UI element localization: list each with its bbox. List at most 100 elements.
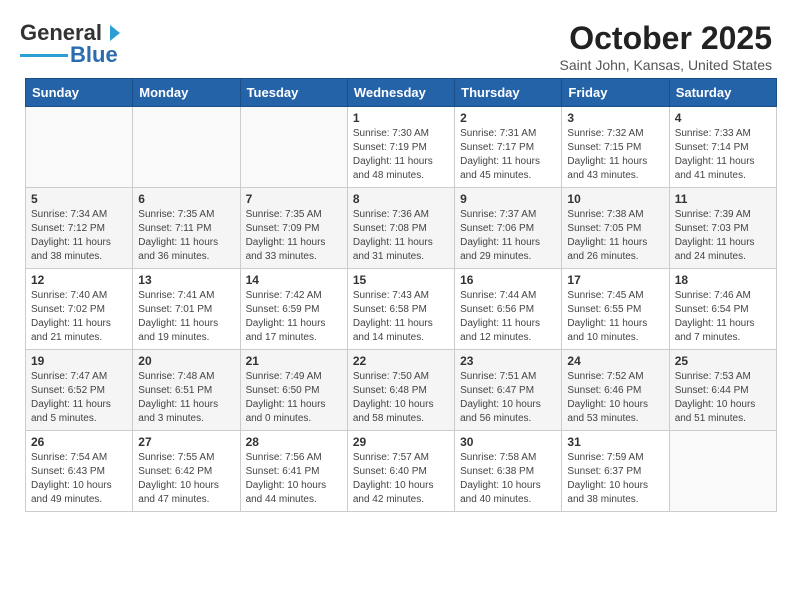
day-info: Sunrise: 7:44 AMSunset: 6:56 PMDaylight:… xyxy=(460,290,540,343)
calendar-cell: 26 Sunrise: 7:54 AMSunset: 6:43 PMDayligh… xyxy=(26,431,133,512)
day-number: 18 xyxy=(675,273,771,287)
calendar-cell: 28 Sunrise: 7:56 AMSunset: 6:41 PMDayligh… xyxy=(240,431,347,512)
day-number: 25 xyxy=(675,354,771,368)
calendar-cell: 27 Sunrise: 7:55 AMSunset: 6:42 PMDayligh… xyxy=(133,431,240,512)
day-number: 16 xyxy=(460,273,556,287)
calendar-cell: 1 Sunrise: 7:30 AMSunset: 7:19 PMDaylight… xyxy=(347,107,454,188)
calendar-week-row: 26 Sunrise: 7:54 AMSunset: 6:43 PMDayligh… xyxy=(26,431,777,512)
header-wednesday: Wednesday xyxy=(347,79,454,107)
day-number: 10 xyxy=(567,192,663,206)
calendar-cell: 20 Sunrise: 7:48 AMSunset: 6:51 PMDayligh… xyxy=(133,350,240,431)
calendar-week-row: 1 Sunrise: 7:30 AMSunset: 7:19 PMDaylight… xyxy=(26,107,777,188)
day-number: 17 xyxy=(567,273,663,287)
page-header: General Blue October 2025 Saint John, Ka… xyxy=(10,10,782,78)
logo-triangle-icon xyxy=(102,23,122,43)
day-info: Sunrise: 7:53 AMSunset: 6:44 PMDaylight:… xyxy=(675,371,756,424)
day-info: Sunrise: 7:48 AMSunset: 6:51 PMDaylight:… xyxy=(138,371,218,424)
calendar-cell: 17 Sunrise: 7:45 AMSunset: 6:55 PMDayligh… xyxy=(562,269,669,350)
day-info: Sunrise: 7:55 AMSunset: 6:42 PMDaylight:… xyxy=(138,452,219,505)
day-number: 5 xyxy=(31,192,127,206)
calendar-cell: 16 Sunrise: 7:44 AMSunset: 6:56 PMDayligh… xyxy=(455,269,562,350)
calendar-cell: 3 Sunrise: 7:32 AMSunset: 7:15 PMDaylight… xyxy=(562,107,669,188)
calendar-cell: 9 Sunrise: 7:37 AMSunset: 7:06 PMDaylight… xyxy=(455,188,562,269)
day-number: 26 xyxy=(31,435,127,449)
calendar-cell: 12 Sunrise: 7:40 AMSunset: 7:02 PMDayligh… xyxy=(26,269,133,350)
day-info: Sunrise: 7:41 AMSunset: 7:01 PMDaylight:… xyxy=(138,290,218,343)
day-number: 4 xyxy=(675,111,771,125)
day-info: Sunrise: 7:33 AMSunset: 7:14 PMDaylight:… xyxy=(675,128,755,181)
calendar-cell: 2Sunrise: 7:31 AMSunset: 7:17 PMDaylight… xyxy=(455,107,562,188)
calendar-cell xyxy=(240,107,347,188)
day-info: Sunrise: 7:54 AMSunset: 6:43 PMDaylight:… xyxy=(31,452,112,505)
logo: General Blue xyxy=(20,20,122,68)
day-number: 19 xyxy=(31,354,127,368)
day-info: Sunrise: 7:30 AMSunset: 7:19 PMDaylight:… xyxy=(353,128,433,181)
day-info: Sunrise: 7:59 AMSunset: 6:37 PMDaylight:… xyxy=(567,452,648,505)
header-tuesday: Tuesday xyxy=(240,79,347,107)
calendar-cell: 24Sunrise: 7:52 AMSunset: 6:46 PMDayligh… xyxy=(562,350,669,431)
calendar-cell: 8 Sunrise: 7:36 AMSunset: 7:08 PMDaylight… xyxy=(347,188,454,269)
page-title: October 2025 xyxy=(560,20,772,57)
calendar-week-row: 5 Sunrise: 7:34 AMSunset: 7:12 PMDaylight… xyxy=(26,188,777,269)
calendar-cell: 31 Sunrise: 7:59 AMSunset: 6:37 PMDayligh… xyxy=(562,431,669,512)
day-number: 22 xyxy=(353,354,449,368)
day-number: 31 xyxy=(567,435,663,449)
calendar-cell: 30 Sunrise: 7:58 AMSunset: 6:38 PMDayligh… xyxy=(455,431,562,512)
title-area: October 2025 Saint John, Kansas, United … xyxy=(560,20,772,73)
day-info: Sunrise: 7:57 AMSunset: 6:40 PMDaylight:… xyxy=(353,452,434,505)
day-number: 9 xyxy=(460,192,556,206)
day-info: Sunrise: 7:35 AMSunset: 7:11 PMDaylight:… xyxy=(138,209,218,262)
calendar-cell: 4 Sunrise: 7:33 AMSunset: 7:14 PMDaylight… xyxy=(669,107,776,188)
header-friday: Friday xyxy=(562,79,669,107)
day-number: 27 xyxy=(138,435,234,449)
day-info: Sunrise: 7:43 AMSunset: 6:58 PMDaylight:… xyxy=(353,290,433,343)
day-number: 24 xyxy=(567,354,663,368)
header-sunday: Sunday xyxy=(26,79,133,107)
calendar-cell: 21 Sunrise: 7:49 AMSunset: 6:50 PMDayligh… xyxy=(240,350,347,431)
calendar-cell: 13Sunrise: 7:41 AMSunset: 7:01 PMDayligh… xyxy=(133,269,240,350)
calendar-cell: 10Sunrise: 7:38 AMSunset: 7:05 PMDayligh… xyxy=(562,188,669,269)
calendar-cell: 29 Sunrise: 7:57 AMSunset: 6:40 PMDayligh… xyxy=(347,431,454,512)
calendar-cell: 18Sunrise: 7:46 AMSunset: 6:54 PMDayligh… xyxy=(669,269,776,350)
logo-blue-text: Blue xyxy=(70,42,118,68)
day-info: Sunrise: 7:40 AMSunset: 7:02 PMDaylight:… xyxy=(31,290,111,343)
day-info: Sunrise: 7:36 AMSunset: 7:08 PMDaylight:… xyxy=(353,209,433,262)
day-number: 20 xyxy=(138,354,234,368)
header-saturday: Saturday xyxy=(669,79,776,107)
header-thursday: Thursday xyxy=(455,79,562,107)
calendar-cell: 6 Sunrise: 7:35 AMSunset: 7:11 PMDaylight… xyxy=(133,188,240,269)
day-number: 14 xyxy=(246,273,342,287)
day-number: 7 xyxy=(246,192,342,206)
day-number: 30 xyxy=(460,435,556,449)
day-number: 8 xyxy=(353,192,449,206)
calendar-cell: 22 Sunrise: 7:50 AMSunset: 6:48 PMDayligh… xyxy=(347,350,454,431)
day-number: 29 xyxy=(353,435,449,449)
day-number: 28 xyxy=(246,435,342,449)
calendar-cell: 19Sunrise: 7:47 AMSunset: 6:52 PMDayligh… xyxy=(26,350,133,431)
day-info: Sunrise: 7:56 AMSunset: 6:41 PMDaylight:… xyxy=(246,452,327,505)
page-subtitle: Saint John, Kansas, United States xyxy=(560,57,772,73)
day-number: 21 xyxy=(246,354,342,368)
day-info: Sunrise: 7:37 AMSunset: 7:06 PMDaylight:… xyxy=(460,209,540,262)
day-number: 15 xyxy=(353,273,449,287)
day-info: Sunrise: 7:39 AMSunset: 7:03 PMDaylight:… xyxy=(675,209,755,262)
day-number: 1 xyxy=(353,111,449,125)
calendar-cell xyxy=(669,431,776,512)
day-info: Sunrise: 7:50 AMSunset: 6:48 PMDaylight:… xyxy=(353,371,434,424)
day-info: Sunrise: 7:42 AMSunset: 6:59 PMDaylight:… xyxy=(246,290,326,343)
day-info: Sunrise: 7:49 AMSunset: 6:50 PMDaylight:… xyxy=(246,371,326,424)
calendar-cell: 25 Sunrise: 7:53 AMSunset: 6:44 PMDayligh… xyxy=(669,350,776,431)
calendar-header-row: Sunday Monday Tuesday Wednesday Thursday… xyxy=(26,79,777,107)
calendar-table: Sunday Monday Tuesday Wednesday Thursday… xyxy=(25,78,777,512)
day-info: Sunrise: 7:32 AMSunset: 7:15 PMDaylight:… xyxy=(567,128,647,181)
day-info: Sunrise: 7:51 AMSunset: 6:47 PMDaylight:… xyxy=(460,371,541,424)
calendar-cell xyxy=(26,107,133,188)
day-info: Sunrise: 7:45 AMSunset: 6:55 PMDaylight:… xyxy=(567,290,647,343)
day-info: Sunrise: 7:58 AMSunset: 6:38 PMDaylight:… xyxy=(460,452,541,505)
day-info: Sunrise: 7:31 AMSunset: 7:17 PMDaylight:… xyxy=(460,128,540,181)
calendar-cell: 15 Sunrise: 7:43 AMSunset: 6:58 PMDayligh… xyxy=(347,269,454,350)
day-info: Sunrise: 7:34 AMSunset: 7:12 PMDaylight:… xyxy=(31,209,111,262)
day-number: 12 xyxy=(31,273,127,287)
day-number: 6 xyxy=(138,192,234,206)
day-number: 3 xyxy=(567,111,663,125)
